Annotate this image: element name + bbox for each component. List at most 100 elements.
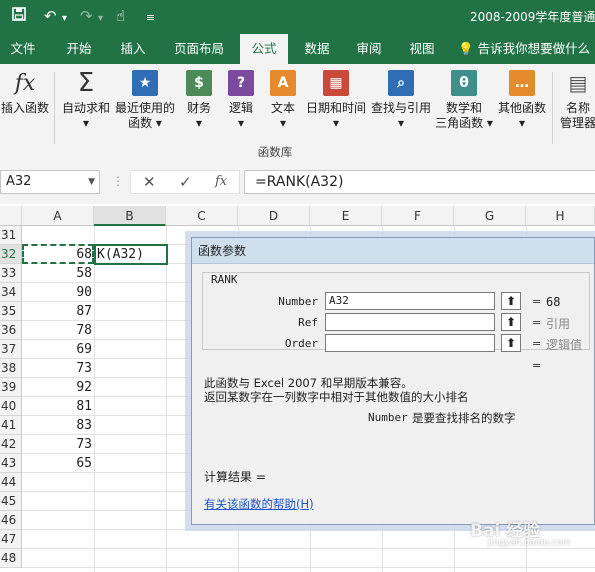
- date-time-dropdown-icon: ▾: [332, 116, 340, 130]
- text-button[interactable]: A 文本 ▾: [264, 70, 302, 131]
- column-header-e[interactable]: E: [310, 206, 382, 226]
- name-box[interactable]: A32 ▼: [0, 170, 100, 194]
- redo-dropdown-icon[interactable]: ▾: [98, 9, 103, 29]
- cell-a33[interactable]: 58: [24, 264, 92, 283]
- logical-button[interactable]: ? 逻辑 ▾: [222, 70, 260, 131]
- formula-bar: A32 ▼ ⋮ ✕ ✓ fx =RANK(A32): [0, 162, 595, 204]
- insert-function-button[interactable]: fx 插入函数: [0, 70, 50, 116]
- cell-a41[interactable]: 83: [24, 416, 92, 435]
- cell-a43[interactable]: 65: [24, 454, 92, 473]
- select-all-corner[interactable]: [0, 206, 22, 226]
- date-time-label: 日期和时间: [305, 101, 366, 115]
- row-header[interactable]: 44: [0, 473, 22, 492]
- arg-equals: =: [532, 337, 542, 350]
- autosum-button[interactable]: Σ 自动求和 ▾: [60, 70, 112, 131]
- collapse-dialog-icon[interactable]: ⬆: [501, 313, 521, 331]
- row-header[interactable]: 48: [0, 549, 22, 568]
- cell-a37[interactable]: 69: [24, 340, 92, 359]
- text-dropdown-icon: ▾: [279, 116, 287, 130]
- cell-a34[interactable]: 90: [24, 283, 92, 302]
- arg-help-name: Number: [368, 411, 408, 424]
- math-trig-button[interactable]: θ 数学和 三角函数 ▾: [434, 70, 494, 131]
- arg-result-ref: 引用: [546, 317, 571, 331]
- row-header[interactable]: 39: [0, 378, 22, 397]
- column-header-a[interactable]: A: [22, 206, 94, 226]
- text-a-icon: A: [270, 70, 296, 96]
- cancel-icon[interactable]: ✕: [143, 173, 156, 191]
- collapse-dialog-icon[interactable]: ⬆: [501, 292, 521, 310]
- column-header-g[interactable]: G: [454, 206, 526, 226]
- more-functions-button[interactable]: … 其他函数 ▾: [494, 70, 550, 131]
- row-header[interactable]: 33: [0, 264, 22, 283]
- undo-icon[interactable]: ↶: [44, 6, 57, 26]
- undo-dropdown-icon[interactable]: ▾: [62, 9, 67, 29]
- tab-formulas[interactable]: 公式: [240, 34, 288, 64]
- touch-mode-icon[interactable]: ☝: [116, 6, 125, 26]
- row-header[interactable]: 47: [0, 530, 22, 549]
- lookup-reference-button[interactable]: ⌕ 查找与引用 ▾: [368, 70, 434, 131]
- column-header-d[interactable]: D: [238, 206, 310, 226]
- function-result-equals: =: [532, 359, 542, 372]
- help-link[interactable]: 有关该函数的帮助(H): [204, 496, 314, 512]
- financial-button[interactable]: $ 财务 ▾: [180, 70, 218, 131]
- column-header-b[interactable]: B: [94, 206, 166, 226]
- row-header[interactable]: 36: [0, 321, 22, 340]
- more-functions-icon: …: [509, 70, 535, 96]
- arg-input-order[interactable]: [325, 334, 495, 352]
- insert-function-icon[interactable]: fx: [215, 174, 227, 189]
- cell-a39[interactable]: 92: [24, 378, 92, 397]
- math-label: 数学和: [445, 101, 482, 115]
- row-header[interactable]: 45: [0, 492, 22, 511]
- column-header-f[interactable]: F: [382, 206, 454, 226]
- column-header-h[interactable]: H: [526, 206, 595, 226]
- customize-icon[interactable]: ≡: [146, 8, 155, 28]
- tab-data[interactable]: 数据: [294, 34, 340, 64]
- tab-home[interactable]: 开始: [56, 34, 102, 64]
- row-header[interactable]: 46: [0, 511, 22, 530]
- cell-a38[interactable]: 73: [24, 359, 92, 378]
- name-box-dropdown-icon[interactable]: ▼: [88, 171, 95, 193]
- function-name: RANK: [208, 273, 241, 286]
- lightbulb-icon: 💡: [458, 41, 474, 56]
- row-header[interactable]: 35: [0, 302, 22, 321]
- arg-equals: =: [532, 316, 542, 329]
- row-header[interactable]: 34: [0, 283, 22, 302]
- cell-b32-editing[interactable]: K(A32): [94, 244, 168, 265]
- cell-a42[interactable]: 73: [24, 435, 92, 454]
- tab-file[interactable]: 文件: [0, 34, 46, 64]
- arg-input-number[interactable]: A32: [325, 292, 495, 310]
- row-header[interactable]: 41: [0, 416, 22, 435]
- text-label: 文本: [270, 101, 295, 115]
- confirm-icon[interactable]: ✓: [179, 173, 192, 191]
- row-header[interactable]: 37: [0, 340, 22, 359]
- row-header[interactable]: 43: [0, 454, 22, 473]
- name-manager-button[interactable]: ▤ 名称 管理器: [556, 70, 595, 131]
- cell-a40[interactable]: 81: [24, 397, 92, 416]
- recent-functions-button[interactable]: ★ 最近使用的 函数 ▾: [112, 70, 178, 131]
- row-header[interactable]: 38: [0, 359, 22, 378]
- arg-label-ref: Ref: [298, 316, 318, 329]
- tell-me[interactable]: 💡 告诉我你想要做什么: [458, 34, 595, 64]
- cell-a35[interactable]: 87: [24, 302, 92, 321]
- coins-icon: $: [186, 70, 212, 96]
- column-header-c[interactable]: C: [166, 206, 238, 226]
- star-icon: ★: [132, 70, 158, 96]
- tab-insert[interactable]: 插入: [110, 34, 156, 64]
- row-header[interactable]: 31: [0, 226, 22, 245]
- cell-a36[interactable]: 78: [24, 321, 92, 340]
- arg-input-ref[interactable]: [325, 313, 495, 331]
- tab-review[interactable]: 审阅: [346, 34, 392, 64]
- fx-icon: fx: [14, 70, 36, 96]
- tab-view[interactable]: 视图: [399, 34, 445, 64]
- insert-function-label: 插入函数: [0, 101, 49, 115]
- row-header[interactable]: 40: [0, 397, 22, 416]
- formula-input[interactable]: =RANK(A32): [244, 170, 595, 194]
- date-time-button[interactable]: ▦ 日期和时间 ▾: [304, 70, 368, 131]
- dialog-title[interactable]: 函数参数: [192, 238, 594, 264]
- redo-icon[interactable]: ↷: [80, 6, 93, 26]
- row-header[interactable]: 32: [0, 245, 22, 264]
- tab-page-layout[interactable]: 页面布局: [165, 34, 233, 64]
- save-icon[interactable]: [12, 6, 26, 26]
- row-header[interactable]: 42: [0, 435, 22, 454]
- collapse-dialog-icon[interactable]: ⬆: [501, 334, 521, 352]
